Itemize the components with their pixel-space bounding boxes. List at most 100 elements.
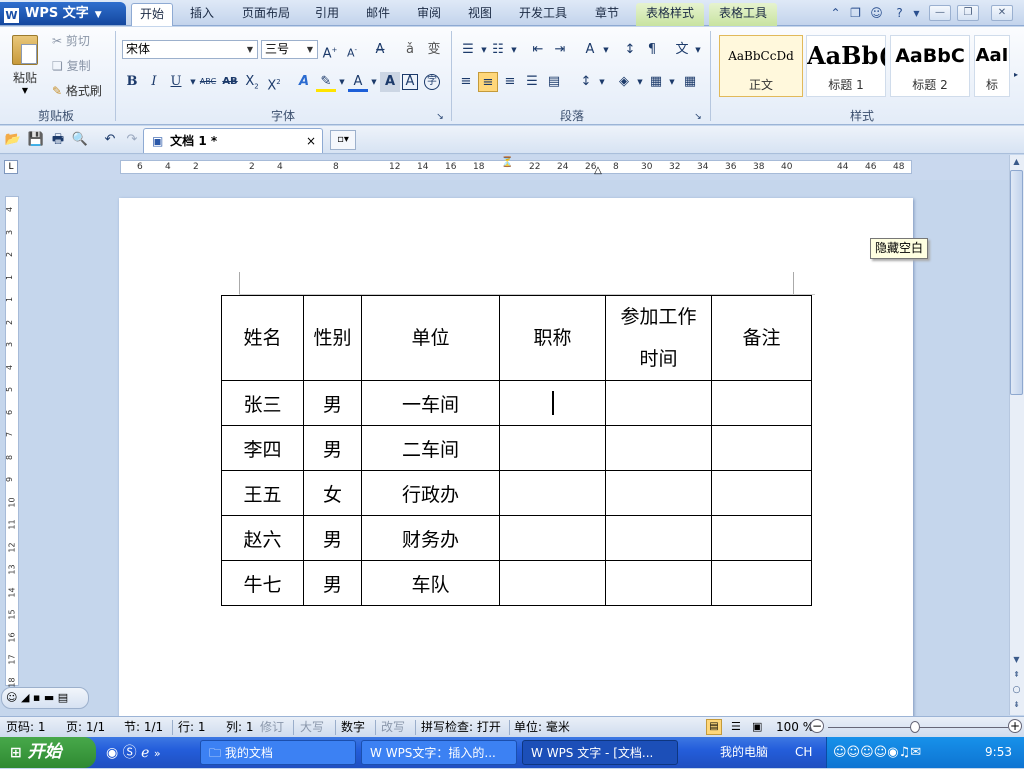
char-border-icon[interactable]: A <box>402 74 418 90</box>
tab-references[interactable]: 引用 <box>305 3 349 26</box>
close-tab-icon[interactable]: × <box>306 129 316 153</box>
numbering-dropdown-icon[interactable]: ▼ <box>504 40 524 60</box>
web-view-icon[interactable]: ▣ <box>752 717 762 737</box>
expand-quicklaunch-icon[interactable]: » <box>154 747 161 760</box>
next-page-icon[interactable]: ⇟ <box>1010 700 1023 712</box>
table-header-cell[interactable]: 职称 <box>499 295 606 381</box>
table-cell[interactable]: 行政办 <box>361 470 500 516</box>
table-cell[interactable]: 王五 <box>221 470 304 516</box>
vertical-ruler[interactable]: 4 3 2 1 1 2 3 4 5 6 7 8 9 10 11 12 13 14 15 16 17 18 <box>5 196 19 687</box>
prev-page-icon[interactable]: ⇞ <box>1010 670 1023 682</box>
table-cell[interactable] <box>499 470 606 516</box>
chinese-layout-dropdown-icon[interactable]: ▼ <box>688 40 708 60</box>
table-cell[interactable]: 一车间 <box>361 380 500 426</box>
bold-icon[interactable]: B <box>122 72 142 92</box>
strikethrough-icon[interactable]: ABC <box>198 72 218 92</box>
distribute-icon[interactable]: ▤ <box>544 72 564 92</box>
pinyin-guide-icon[interactable]: ǎ <box>400 40 420 60</box>
table-header-cell[interactable]: 姓名 <box>221 295 304 381</box>
tab-view[interactable]: 视图 <box>458 3 502 26</box>
select-browse-object-icon[interactable]: ○ <box>1010 685 1023 697</box>
shrink-font-icon[interactable]: A- <box>342 40 362 60</box>
table-cell[interactable]: 男 <box>303 560 362 606</box>
document-tab[interactable]: ▣ 文档 1 * × <box>143 128 323 153</box>
line-spacing-dropdown-icon[interactable]: ▼ <box>592 72 612 92</box>
sort-icon[interactable]: ↕ <box>620 40 640 60</box>
status-spellcheck[interactable]: 拼写检查: 打开 <box>421 717 501 737</box>
tab-insert[interactable]: 插入 <box>180 3 224 26</box>
table-cell[interactable]: 财务办 <box>361 515 500 561</box>
table-cell[interactable]: 赵六 <box>221 515 304 561</box>
close-window-button[interactable]: ✕ <box>991 5 1013 21</box>
window-switch-icon[interactable]: ❐ <box>847 5 864 22</box>
new-tab-button[interactable]: ▫▾ <box>330 130 356 150</box>
table-cell[interactable] <box>711 515 812 561</box>
zoom-level[interactable]: 100 % <box>776 717 814 737</box>
double-strike-icon[interactable]: AB <box>220 72 240 92</box>
help-icon[interactable]: ? <box>891 5 908 22</box>
change-case-icon[interactable]: 变 <box>424 40 444 60</box>
increase-indent-icon[interactable]: ⇥ <box>550 40 570 60</box>
show-marks-icon[interactable]: ¶ <box>642 40 662 60</box>
italic-icon[interactable]: I <box>144 72 164 92</box>
outline-view-icon[interactable]: ☰ <box>731 717 741 737</box>
zoom-slider-thumb[interactable] <box>910 721 920 733</box>
zoom-out-icon[interactable]: − <box>810 719 824 733</box>
table-header-cell[interactable]: 单位 <box>361 295 500 381</box>
right-indent-marker-icon[interactable]: △ <box>592 166 604 176</box>
table-cell[interactable] <box>605 425 712 471</box>
print-icon[interactable]: 🖶 <box>48 130 68 150</box>
table-cell[interactable]: 张三 <box>221 380 304 426</box>
paste-dropdown-icon[interactable]: ▼ <box>8 86 42 95</box>
borders-dropdown-icon[interactable]: ▼ <box>662 72 682 92</box>
tab-table-style[interactable]: 表格样式 <box>636 3 704 26</box>
align-left-icon[interactable]: ≡ <box>456 72 476 92</box>
paste-button[interactable]: 粘贴 ▼ <box>8 35 42 95</box>
help-dropdown-icon[interactable]: ▼ <box>908 5 925 22</box>
table-cell[interactable] <box>711 425 812 471</box>
redo-icon[interactable]: ↷ <box>122 130 142 150</box>
table-cell[interactable]: 男 <box>303 515 362 561</box>
task-wps-insert[interactable]: W WPS文字：插入的... <box>361 740 517 765</box>
table-cell[interactable]: 李四 <box>221 425 304 471</box>
quicklaunch-icons[interactable]: ◉ Ⓢ ℯ » <box>106 742 161 762</box>
wps-app-menu-button[interactable]: W WPS 文字 ▼ <box>0 2 126 25</box>
copy-button[interactable]: ❏ 复制 <box>52 57 91 74</box>
save-icon[interactable]: 💾 <box>26 130 46 150</box>
horizontal-ruler[interactable]: 6 4 2 2 4 8 12 14 16 18 22 24 26 8 30 32 34 36 38 40 44 46 48 <box>120 160 912 174</box>
subscript-icon[interactable]: X2 <box>242 72 262 92</box>
restore-button[interactable]: ❐ <box>957 5 979 21</box>
font-name-select[interactable]: 宋体 ▼ <box>122 40 258 59</box>
minimize-button[interactable]: — <box>929 5 951 21</box>
my-computer-link[interactable]: 我的电脑 <box>720 737 768 768</box>
tab-home[interactable]: 开始 <box>131 3 173 26</box>
table-cell[interactable]: 牛七 <box>221 560 304 606</box>
tray-icons[interactable]: ☺☺☺☺◉♫✉ <box>833 745 921 760</box>
style-normal[interactable]: AaBbCcDd 正文 <box>719 35 803 97</box>
tab-mailings[interactable]: 邮件 <box>356 3 400 26</box>
scrollbar-thumb[interactable] <box>1010 170 1023 395</box>
input-toolbar[interactable]: ☺ ◢ ▪ ▬ ▤ <box>1 687 89 709</box>
font-dialog-launcher-icon[interactable]: ↘ <box>430 107 450 127</box>
decrease-indent-icon[interactable]: ⇤ <box>528 40 548 60</box>
page-view-icon[interactable]: ▤ <box>706 719 722 735</box>
table-cell[interactable] <box>711 470 812 516</box>
style-heading-1[interactable]: AaBb( 标题 1 <box>806 35 886 97</box>
table-cell[interactable] <box>605 380 712 426</box>
open-icon[interactable]: 📂 <box>3 130 23 150</box>
status-revision[interactable]: 修订 <box>260 717 284 737</box>
table-cell[interactable] <box>605 470 712 516</box>
table-cell[interactable] <box>711 560 812 606</box>
table-header-cell[interactable]: 备注 <box>711 295 812 381</box>
table-cell[interactable]: 车队 <box>361 560 500 606</box>
scroll-up-icon[interactable]: ▲ <box>1010 157 1023 169</box>
table-cell[interactable]: 二车间 <box>361 425 500 471</box>
text-effect-icon[interactable]: A <box>294 72 314 92</box>
scroll-down-icon[interactable]: ▼ <box>1010 655 1023 667</box>
text-direction-dropdown-icon[interactable]: ▼ <box>596 40 616 60</box>
tab-stop-selector[interactable]: L <box>4 160 18 174</box>
language-indicator[interactable]: CH <box>795 737 812 768</box>
table-header-cell[interactable]: 性别 <box>303 295 362 381</box>
media-player-icon[interactable]: ◉ <box>106 745 118 761</box>
table-cell[interactable]: 男 <box>303 380 362 426</box>
